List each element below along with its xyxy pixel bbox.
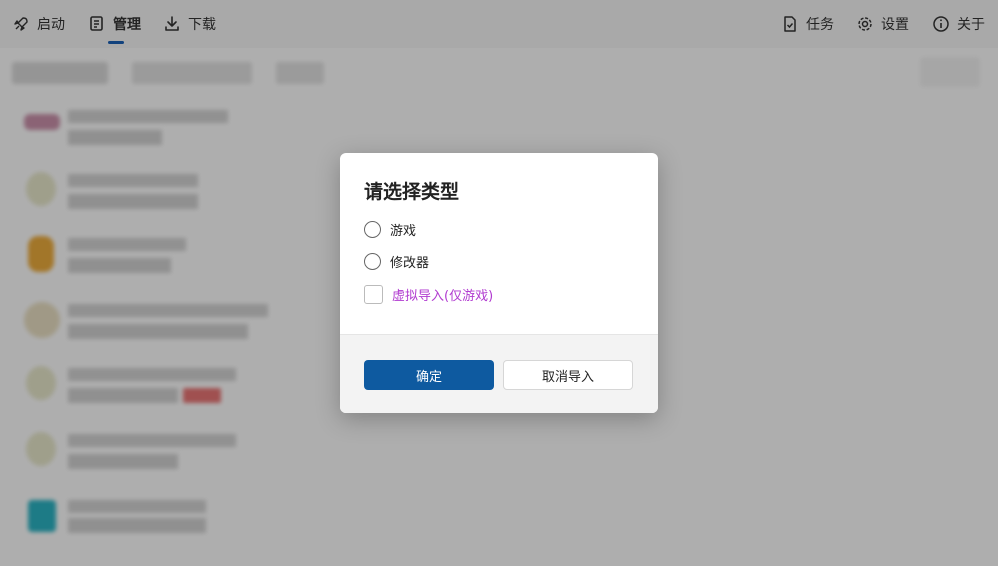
option-game-label: 游戏	[390, 224, 417, 239]
virtual-import-checkbox[interactable]: 虚拟导入(仅游戏)	[364, 285, 493, 304]
dialog-footer: 确定 取消导入	[340, 334, 658, 413]
cancel-import-button[interactable]: 取消导入	[503, 360, 633, 390]
option-trainer-label: 修改器	[390, 256, 430, 271]
dialog-title: 请选择类型	[364, 181, 460, 203]
select-type-dialog: 请选择类型 游戏 修改器 虚拟导入(仅游戏) 确定 取消导入	[340, 153, 658, 413]
option-trainer[interactable]: 修改器	[364, 252, 429, 271]
virtual-import-label: 虚拟导入(仅游戏)	[392, 289, 494, 304]
confirm-button[interactable]: 确定	[364, 360, 494, 390]
radio-button[interactable]	[364, 253, 381, 270]
option-game[interactable]: 游戏	[364, 220, 416, 239]
checkbox[interactable]	[364, 285, 383, 304]
radio-button[interactable]	[364, 221, 381, 238]
